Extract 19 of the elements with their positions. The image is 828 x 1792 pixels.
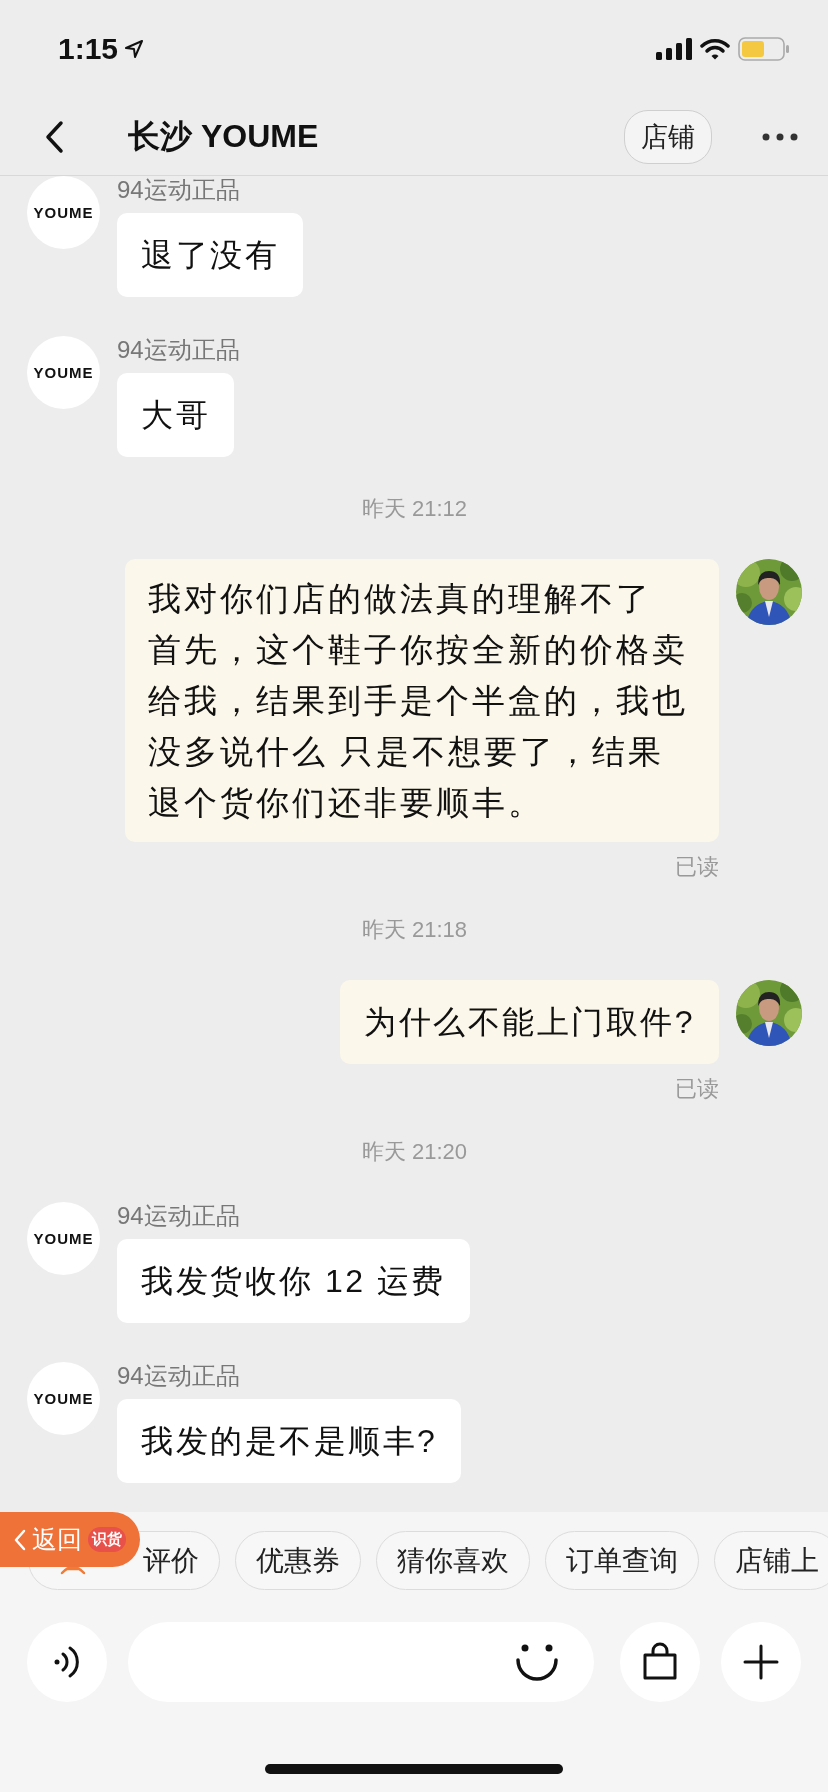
message-bubble: 我发货收你 12 运费 [117,1239,470,1323]
timestamp: 昨天 21:12 [361,496,468,522]
app-badge: 识货 [88,1527,126,1552]
message-bubble: 为什么不能上门取件? [340,980,719,1064]
sender-name: 94运动正品 [117,1202,240,1230]
chat-title: 长沙 YOUME [128,116,320,156]
message-bubble: 大哥 [117,373,234,457]
message-bubble: 退了没有 [117,213,303,297]
status-time: 1:15 [58,32,119,66]
message-text: 首先，这个鞋子你按全新的价格卖给我，结果到手是个半盒的，我也没多说什么 只是不想要了，结果退个货你们还非要顺丰。 [148,630,689,823]
timestamp: 昨天 21:18 [361,917,468,943]
read-status: 已读 [675,1076,719,1102]
sender-name: 94运动正品 [117,336,240,364]
sender-name: 94运动正品 [117,1362,240,1390]
message-text: 我对你们店的做法真的理解不了 [148,579,653,619]
message-bubble: 我发的是不是顺丰? [117,1399,462,1483]
timestamp: 昨天 21:20 [361,1139,468,1165]
sender-name: 94运动正品 [117,176,240,204]
read-status: 已读 [675,854,719,880]
